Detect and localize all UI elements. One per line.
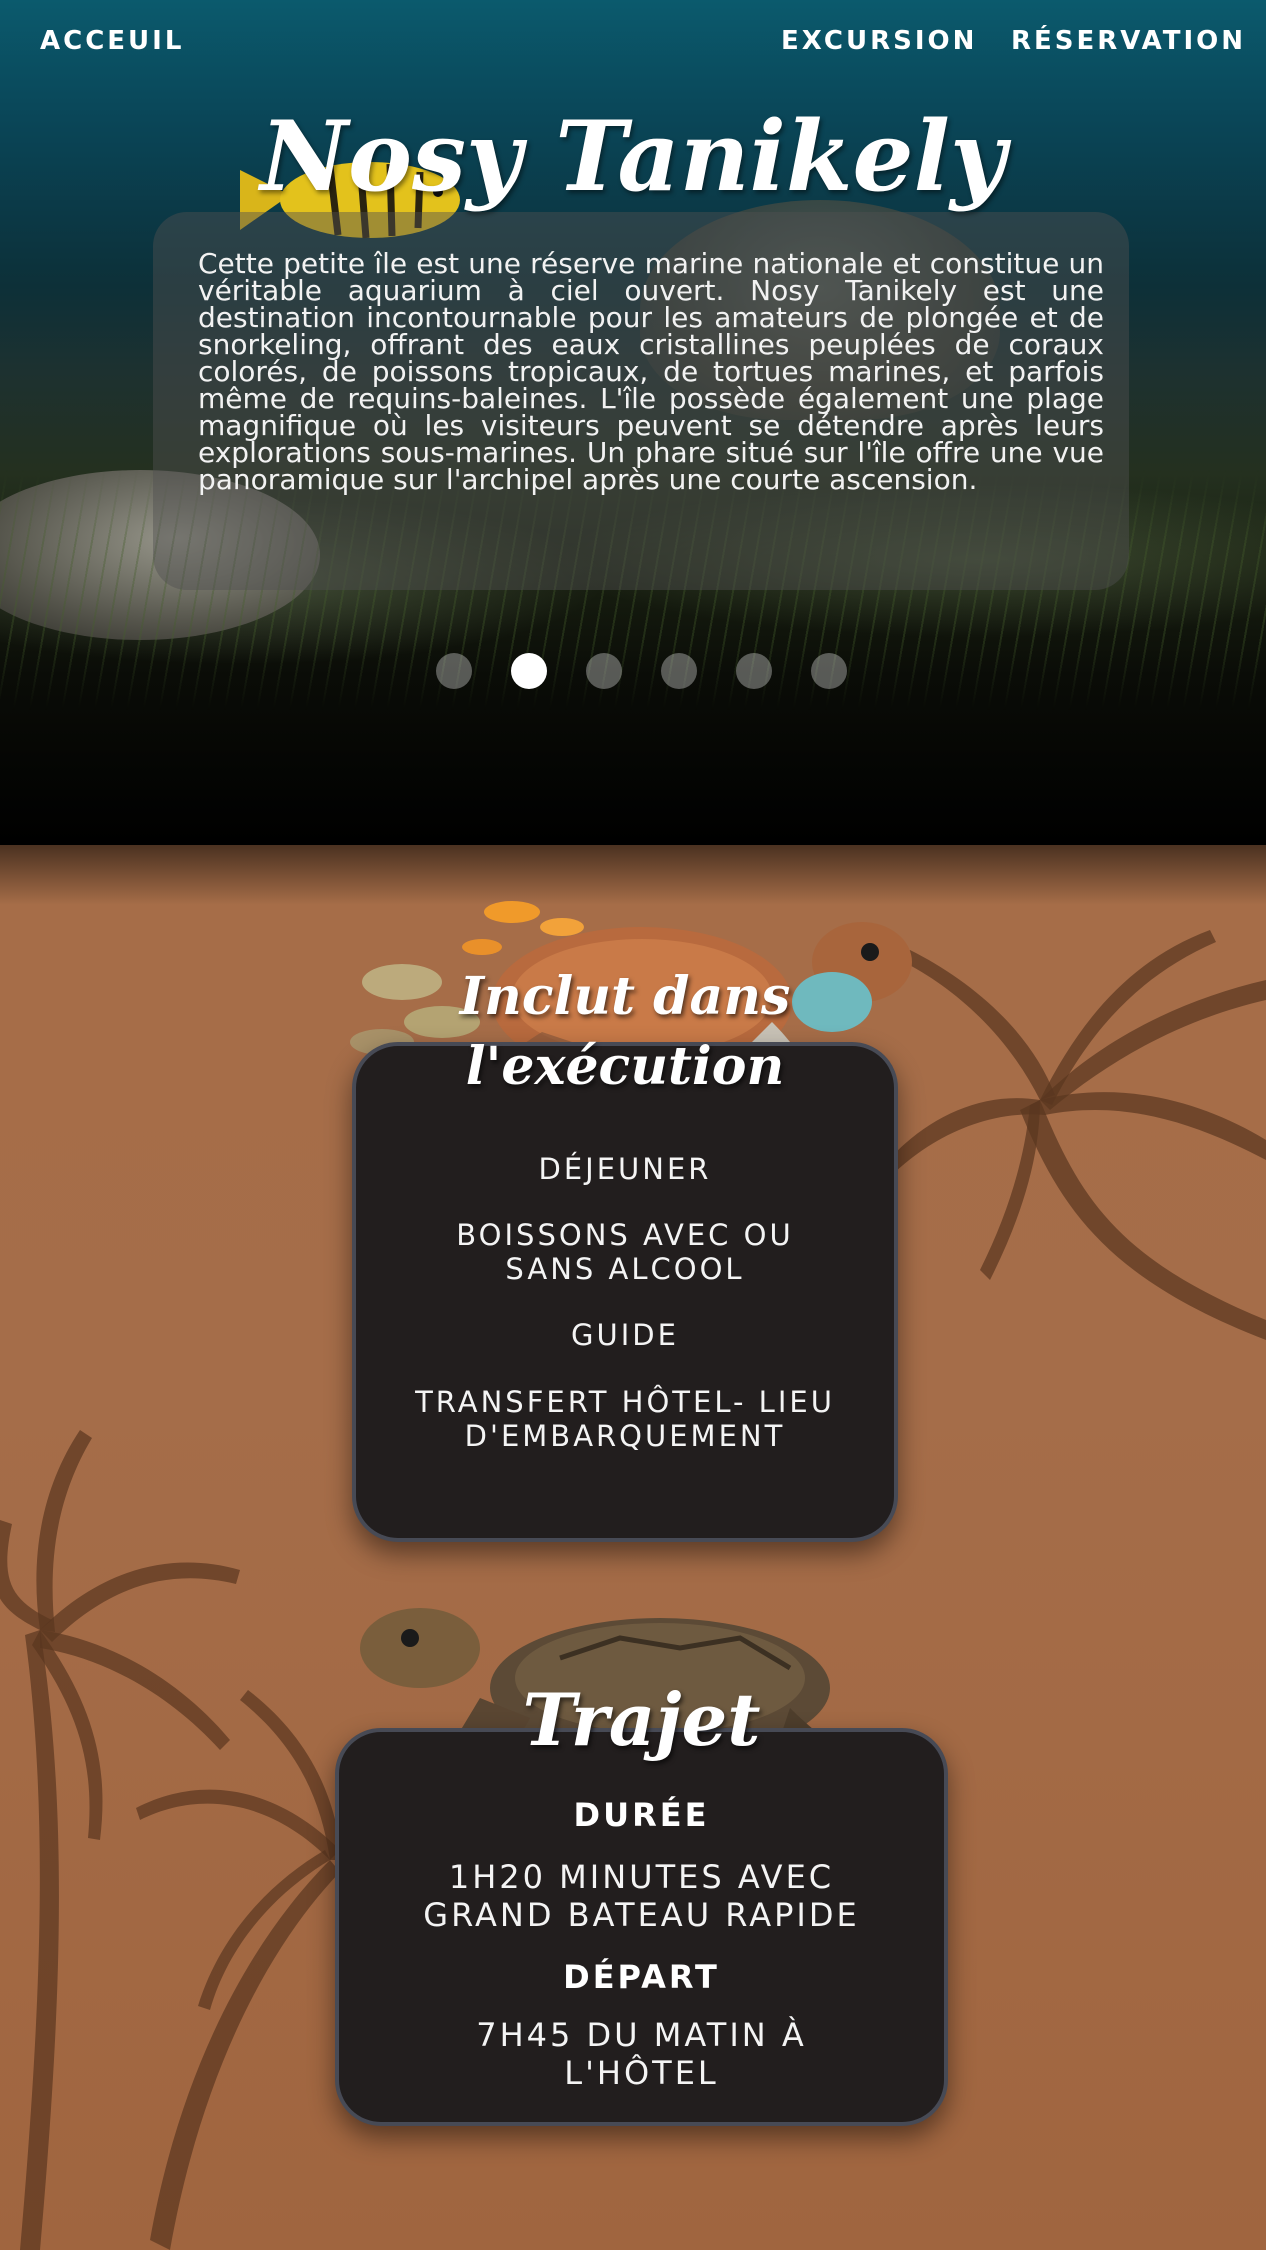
carousel-dot-5[interactable] — [736, 653, 772, 689]
carousel-dot-1[interactable] — [436, 653, 472, 689]
included-card — [352, 1042, 898, 1542]
included-item-label: DÉJEUNER — [538, 1152, 712, 1186]
carousel-dot-3[interactable] — [586, 653, 622, 689]
carousel-dot-6[interactable] — [811, 653, 847, 689]
included-item-label: TRANSFERT HÔTEL- LIEU D'EMBARQUEMENT — [415, 1385, 835, 1453]
included-title-line-1: Inclut dans — [459, 966, 791, 1027]
included-title: Inclut dans l'exécution — [380, 962, 870, 1102]
duration-label: DURÉE — [573, 1796, 710, 1834]
departure-label: DÉPART — [563, 1958, 720, 1996]
nav-link-home[interactable]: ACCEUIL — [40, 26, 184, 56]
hero-section: ACCEUIL EXCURSION RÉSERVATION Nosy Tanik… — [0, 0, 1266, 845]
top-navigation: ACCEUIL EXCURSION RÉSERVATION — [0, 0, 1266, 82]
palm-tree-left-image — [0, 1430, 342, 2250]
destination-description: Cette petite île est une réserve marine … — [198, 247, 1104, 496]
included-item-label: BOISSONS AVEC OU SANS ALCOOL — [456, 1218, 794, 1286]
nav-link-reservation[interactable]: RÉSERVATION — [1011, 26, 1246, 56]
trip-title: Trajet — [522, 1677, 761, 1762]
departure-value: 7H45 DU MATIN À L'HÔTEL — [476, 2016, 807, 2092]
included-item-lunch: DÉJEUNER — [352, 1152, 898, 1186]
duration-value: 1H20 MINUTES AVEC GRAND BATEAU RAPIDE — [423, 1858, 860, 1934]
page-title: Nosy Tanikely — [260, 100, 1006, 213]
included-item-guide: GUIDE — [352, 1318, 898, 1352]
nav-link-excursion[interactable]: EXCURSION — [781, 26, 977, 56]
carousel-dots — [0, 653, 1266, 689]
included-title-line-2: l'exécution — [465, 1036, 785, 1097]
included-item-drinks: BOISSONS AVEC OU SANS ALCOOL — [352, 1218, 898, 1286]
included-item-transfer: TRANSFERT HÔTEL- LIEU D'EMBARQUEMENT — [352, 1385, 898, 1453]
carousel-dot-4[interactable] — [661, 653, 697, 689]
palm-tree-right-image — [880, 930, 1266, 1340]
included-item-label: GUIDE — [571, 1318, 679, 1352]
carousel-dot-2[interactable] — [511, 653, 547, 689]
